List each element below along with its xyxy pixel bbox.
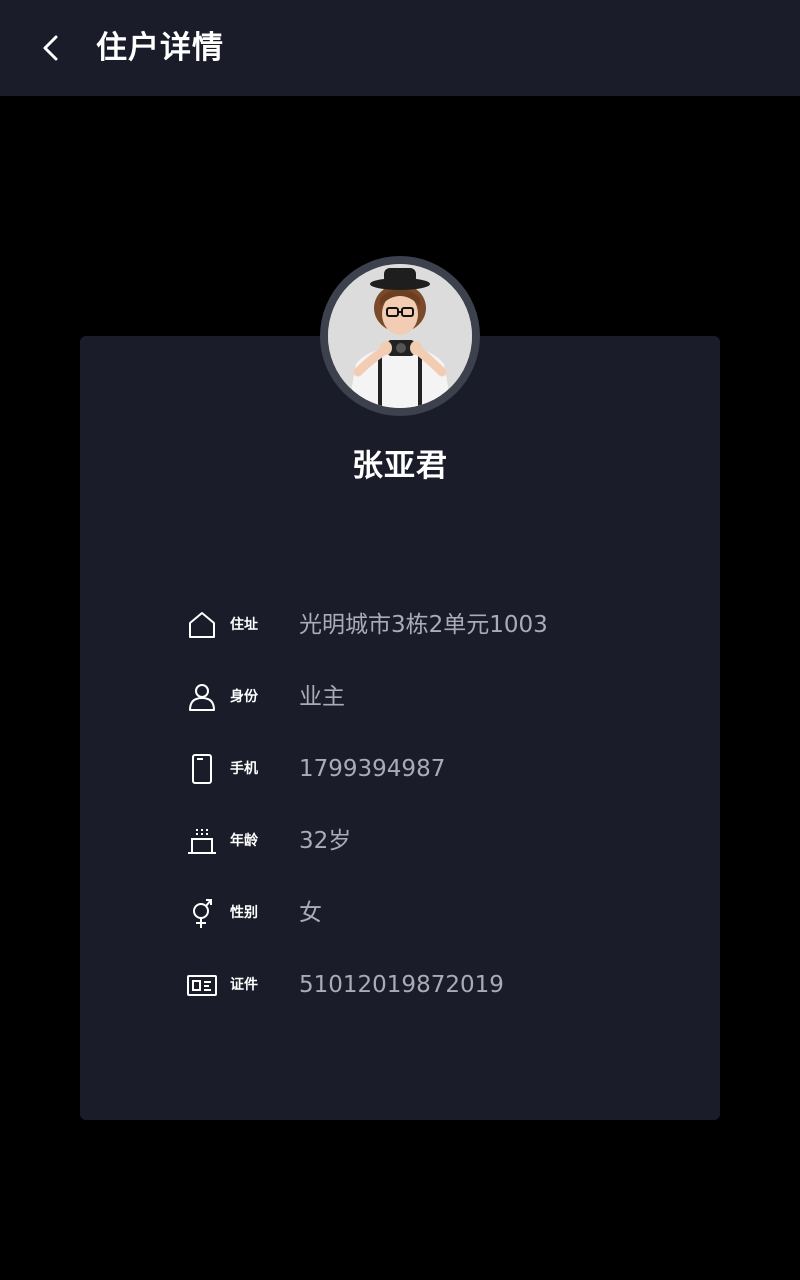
info-label: 住址 xyxy=(230,617,258,633)
chevron-left-icon xyxy=(43,35,58,61)
info-label: 证件 xyxy=(230,977,258,993)
info-label: 年龄 xyxy=(230,833,258,849)
info-row-address: 住址 光明城市3栋2单元1003 xyxy=(186,605,626,645)
avatar-photo xyxy=(328,264,472,408)
info-value: 32岁 xyxy=(299,828,352,854)
info-label: 手机 xyxy=(230,761,258,777)
info-row-identity: 身份 业主 xyxy=(186,677,626,717)
gender-icon xyxy=(193,899,212,928)
info-row-gender: 性别 女 xyxy=(186,893,626,933)
info-row-id-card: 证件 51012019872019 xyxy=(186,965,626,1005)
info-label: 身份 xyxy=(230,689,258,705)
info-value: 女 xyxy=(299,900,322,926)
house-icon xyxy=(189,612,215,638)
person-icon xyxy=(189,684,215,711)
top-bar: 住户详情 xyxy=(0,0,800,96)
info-value: 1799394987 xyxy=(299,756,446,782)
page-title: 住户详情 xyxy=(96,30,224,66)
phone-icon xyxy=(192,754,212,784)
info-value: 业主 xyxy=(299,684,345,710)
avatar xyxy=(320,256,480,416)
resident-name: 张亚君 xyxy=(352,448,448,484)
info-label: 性别 xyxy=(230,905,258,921)
id-card-icon xyxy=(187,975,217,996)
info-value: 51012019872019 xyxy=(299,972,504,998)
info-row-age: 年龄 32岁 xyxy=(186,821,626,861)
info-value: 光明城市3栋2单元1003 xyxy=(299,612,548,638)
cake-icon xyxy=(188,829,216,854)
back-button[interactable] xyxy=(26,24,74,72)
info-row-phone: 手机 1799394987 xyxy=(186,749,626,789)
